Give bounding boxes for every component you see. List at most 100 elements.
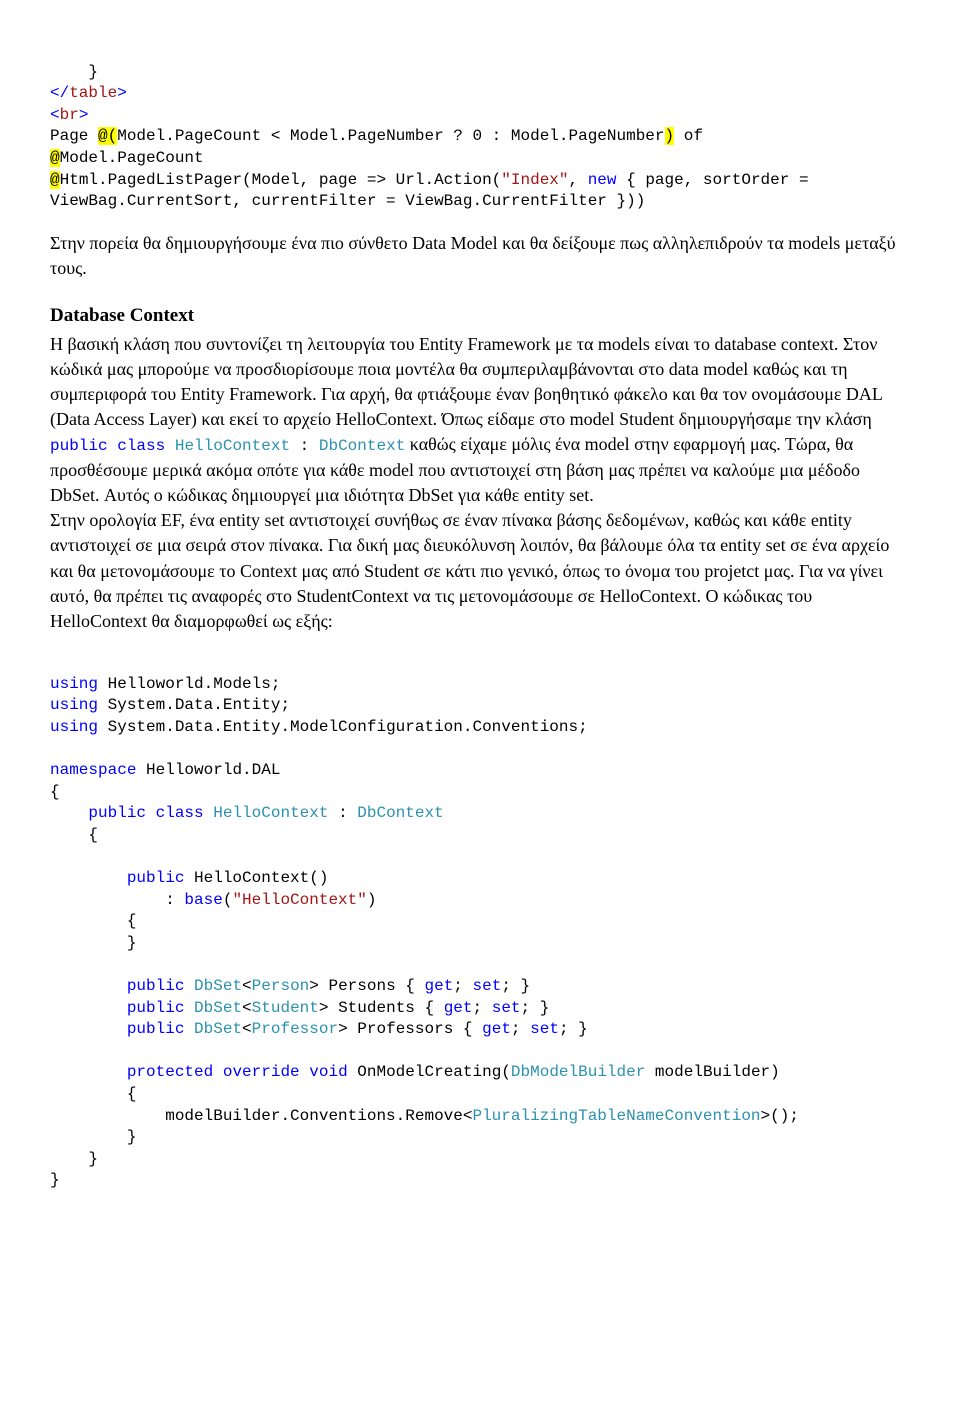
tag-open: < <box>50 106 60 124</box>
paragraph: Στην ορολογία EF, ένα entity set αντιστο… <box>50 508 910 634</box>
method-name: OnModelCreating( <box>348 1063 511 1081</box>
indent <box>50 891 165 909</box>
colon: : <box>328 804 357 822</box>
endprop: ; } <box>559 1020 588 1038</box>
keyword: base <box>184 891 222 909</box>
code-text: Helloworld.Models; <box>98 675 280 693</box>
endprop: ; } <box>501 977 530 995</box>
code-text: Html.PagedListPager(Model, page => Url.A… <box>60 171 502 189</box>
code-text: System.Data.Entity.ModelConfiguration.Co… <box>98 718 588 736</box>
keyword: override <box>223 1063 300 1081</box>
type-name: DbSet <box>194 1020 242 1038</box>
lt: < <box>242 999 252 1017</box>
razor-close: ) <box>665 127 675 145</box>
brace: { <box>127 1085 137 1103</box>
indent <box>50 826 88 844</box>
brace: { <box>88 826 98 844</box>
brace: } <box>88 1150 98 1168</box>
code-text: ViewBag.CurrentSort, currentFilter = Vie… <box>50 192 645 210</box>
code-text: , <box>569 171 588 189</box>
keyword: protected <box>127 1063 213 1081</box>
type-name: DbSet <box>194 977 242 995</box>
indent <box>50 1107 165 1125</box>
prop: > Persons { <box>309 977 424 995</box>
body-text: Η βασική κλάση που συντονίζει τη λειτουρ… <box>50 334 882 430</box>
paragraph: Στην πορεία θα δημιουργήσουμε ένα πιο σύ… <box>50 231 910 281</box>
paragraph: Η βασική κλάση που συντονίζει τη λειτουρ… <box>50 332 910 509</box>
code-text: Page <box>50 127 98 145</box>
brace: { <box>127 912 137 930</box>
tag-open: </ <box>50 84 69 102</box>
keyword: namespace <box>50 761 136 779</box>
code-text: { page, sortOrder = <box>617 171 809 189</box>
string-literal: "Index" <box>501 171 568 189</box>
heading-database-context: Database Context <box>50 303 910 330</box>
lt: < <box>242 977 252 995</box>
tag-close: > <box>79 106 89 124</box>
indent <box>50 1063 127 1081</box>
code-line: } <box>50 63 98 81</box>
type-name: Student <box>252 999 319 1017</box>
code-text: System.Data.Entity; <box>98 696 290 714</box>
razor-at: @ <box>50 149 60 167</box>
inline-colon: : <box>290 437 319 455</box>
ctor: HelloContext() <box>184 869 328 887</box>
type-name: Person <box>252 977 310 995</box>
brace: } <box>127 934 137 952</box>
code-text: >(); <box>761 1107 799 1125</box>
indent <box>50 869 127 887</box>
indent <box>50 1150 88 1168</box>
razor-at: @( <box>98 127 117 145</box>
semi: ; <box>473 999 492 1017</box>
keyword: using <box>50 696 98 714</box>
tag-name: br <box>60 106 79 124</box>
tag-close: > <box>117 84 127 102</box>
type-name: Professor <box>252 1020 338 1038</box>
keyword: using <box>50 675 98 693</box>
type-name: PluralizingTableNameConvention <box>472 1107 760 1125</box>
keyword: using <box>50 718 98 736</box>
keyword: class <box>117 437 165 455</box>
code-block-hellocontext: using Helloworld.Models; using System.Da… <box>50 652 910 1192</box>
keyword: class <box>156 804 204 822</box>
keyword: void <box>309 1063 347 1081</box>
semi: ; <box>453 977 472 995</box>
semi: ; <box>511 1020 530 1038</box>
keyword: public <box>127 977 185 995</box>
keyword: set <box>492 999 521 1017</box>
prop: > Students { <box>319 999 444 1017</box>
keyword: public <box>127 1020 185 1038</box>
string-literal: "HelloContext" <box>232 891 366 909</box>
keyword: set <box>530 1020 559 1038</box>
keyword: get <box>424 977 453 995</box>
type-name: DbModelBuilder <box>511 1063 645 1081</box>
param: modelBuilder) <box>645 1063 779 1081</box>
keyword: public <box>50 437 108 455</box>
keyword: get <box>444 999 473 1017</box>
type-name: DbContext <box>357 804 443 822</box>
keyword: public <box>127 999 185 1017</box>
indent <box>50 912 127 930</box>
type-name: HelloContext <box>175 437 290 455</box>
keyword: new <box>588 171 617 189</box>
indent <box>50 934 127 952</box>
endprop: ; } <box>521 999 550 1017</box>
indent <box>50 977 127 995</box>
brace: { <box>50 783 60 801</box>
keyword: get <box>482 1020 511 1038</box>
code-text: of <box>674 127 703 145</box>
type-name: DbContext <box>319 437 405 455</box>
code-text: Helloworld.DAL <box>136 761 280 779</box>
indent <box>50 1020 127 1038</box>
brace: } <box>50 1171 60 1189</box>
indent <box>50 1085 127 1103</box>
brace: } <box>127 1128 137 1146</box>
code-text: modelBuilder.Conventions.Remove< <box>165 1107 472 1125</box>
indent <box>50 1128 127 1146</box>
prop: > Professors { <box>338 1020 482 1038</box>
code-text: Model.PageCount < Model.PageNumber ? 0 :… <box>117 127 664 145</box>
type-name: HelloContext <box>213 804 328 822</box>
keyword: public <box>88 804 146 822</box>
code-text: Model.PageCount <box>60 149 204 167</box>
keyword: set <box>473 977 502 995</box>
